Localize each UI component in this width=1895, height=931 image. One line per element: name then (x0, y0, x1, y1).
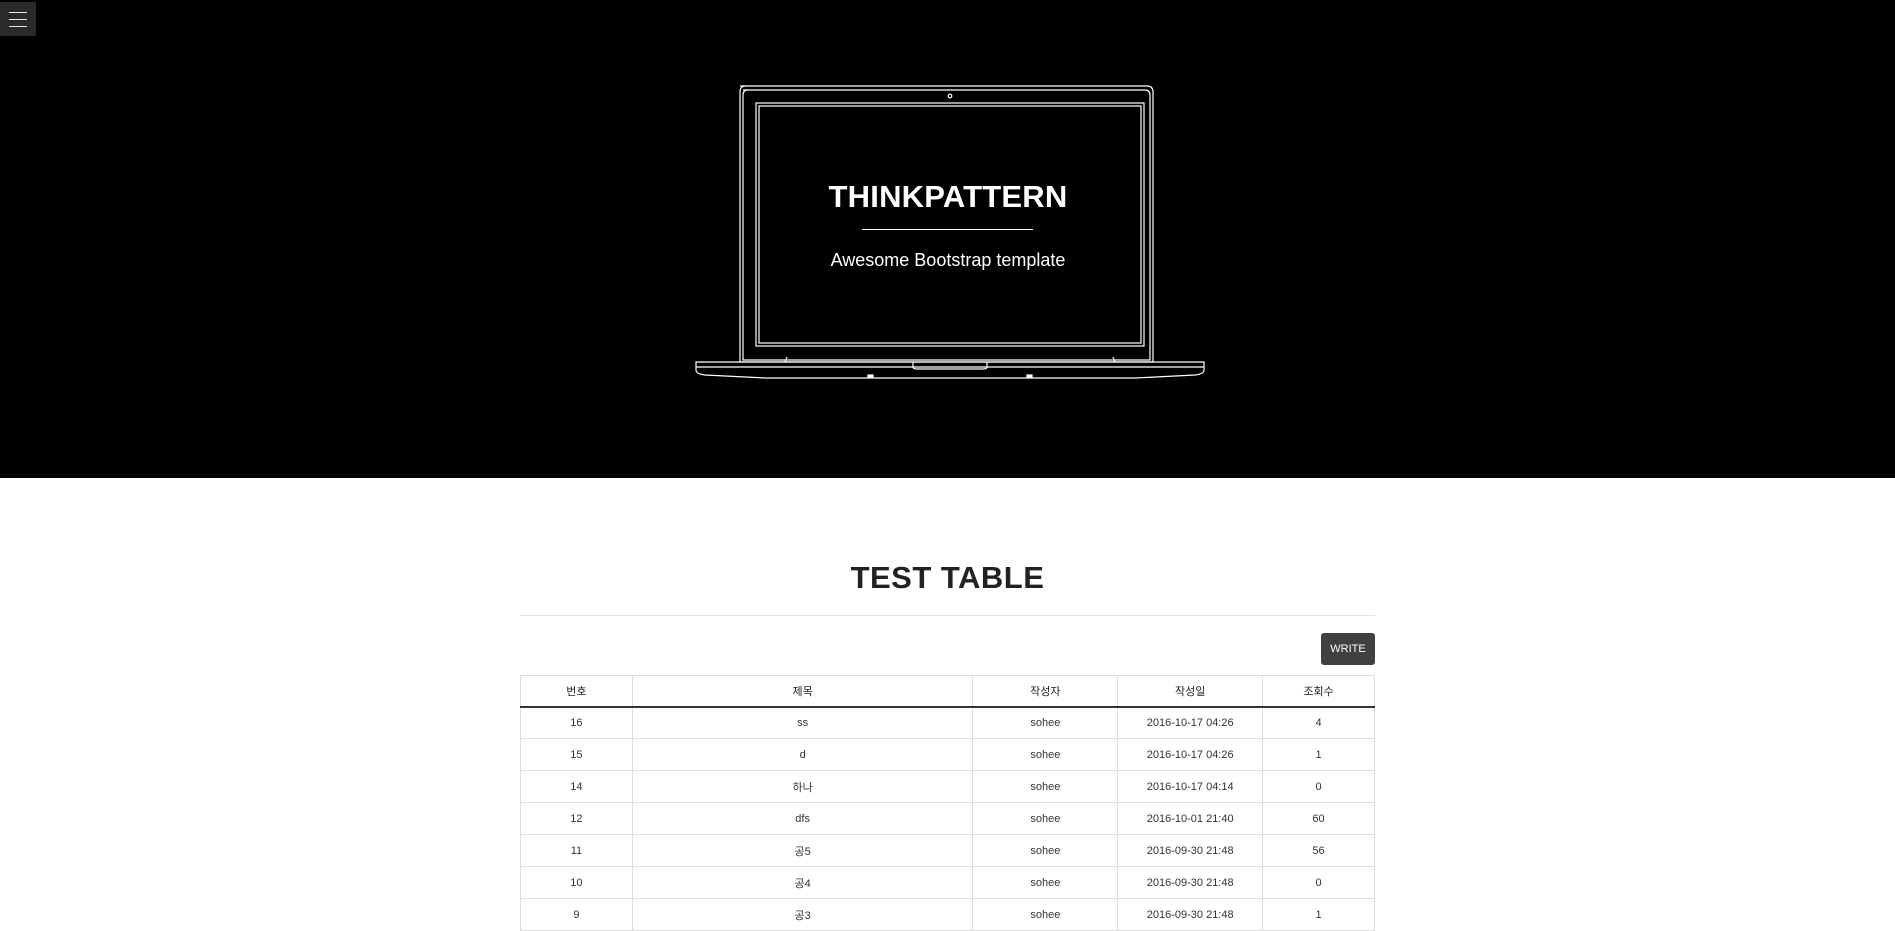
row-number: 15 (520, 738, 633, 771)
hero-subtitle: Awesome Bootstrap template (830, 250, 1066, 270)
header-title: 제목 (631, 675, 974, 708)
row-number: 16 (520, 706, 633, 739)
table-row[interactable]: 11 공5 sohee 2016-09-30 21:48 56 (520, 834, 1375, 867)
title-divider (520, 615, 1375, 616)
hamburger-menu-icon (9, 11, 27, 13)
row-date: 2016-09-30 21:48 (1117, 834, 1264, 867)
table-row[interactable]: 15 d sohee 2016-10-17 04:26 1 (520, 738, 1375, 771)
row-author: sohee (972, 802, 1119, 835)
hamburger-menu-button[interactable] (0, 2, 36, 36)
row-title-link[interactable]: ss (631, 706, 974, 739)
row-date: 2016-09-30 21:48 (1117, 866, 1264, 899)
row-views: 4 (1262, 706, 1375, 739)
hero-section: THINKPATTERN Awesome Bootstrap template (0, 0, 1895, 478)
write-button[interactable]: WRITE (1321, 633, 1375, 665)
row-views: 0 (1262, 866, 1375, 899)
table-row[interactable]: 10 공4 sohee 2016-09-30 21:48 0 (520, 866, 1375, 899)
row-number: 10 (520, 866, 633, 899)
row-author: sohee (972, 738, 1119, 771)
table-row[interactable]: 16 ss sohee 2016-10-17 04:26 4 (520, 706, 1375, 739)
row-date: 2016-10-17 04:14 (1117, 770, 1264, 803)
laptop-screen-content: THINKPATTERN Awesome Bootstrap template (755, 103, 1141, 346)
page-title: TEST TABLE (850, 560, 1045, 595)
row-title-link[interactable]: 공4 (631, 866, 974, 899)
hero-title: THINKPATTERN (828, 179, 1068, 214)
row-views: 0 (1262, 770, 1375, 803)
row-title-link[interactable]: 하나 (631, 770, 974, 803)
row-author: sohee (972, 706, 1119, 739)
header-views: 조회수 (1262, 675, 1375, 708)
row-date: 2016-10-17 04:26 (1117, 706, 1264, 739)
row-title-link[interactable]: 공5 (631, 834, 974, 867)
row-author: sohee (972, 770, 1119, 803)
table-row[interactable]: 14 하나 sohee 2016-10-17 04:14 0 (520, 770, 1375, 803)
hero-divider (862, 229, 1033, 230)
header-author: 작성자 (972, 675, 1119, 708)
row-views: 60 (1262, 802, 1375, 835)
board-table: 번호 제목 작성자 작성일 조회수 16 ss sohee 2016-10-17… (520, 675, 1375, 931)
table-row[interactable]: 12 dfs sohee 2016-10-01 21:40 60 (520, 802, 1375, 835)
row-number: 14 (520, 770, 633, 803)
row-date: 2016-10-17 04:26 (1117, 738, 1264, 771)
table-header-row: 번호 제목 작성자 작성일 조회수 (520, 675, 1375, 708)
row-date: 2016-10-01 21:40 (1117, 802, 1264, 835)
row-number: 12 (520, 802, 633, 835)
row-author: sohee (972, 834, 1119, 867)
row-number: 11 (520, 834, 633, 867)
header-date: 작성일 (1117, 675, 1264, 708)
row-author: sohee (972, 866, 1119, 899)
row-title-link[interactable]: dfs (631, 802, 974, 835)
row-views: 1 (1262, 738, 1375, 771)
row-title-link[interactable]: d (631, 738, 974, 771)
header-number: 번호 (520, 675, 633, 708)
row-views: 56 (1262, 834, 1375, 867)
